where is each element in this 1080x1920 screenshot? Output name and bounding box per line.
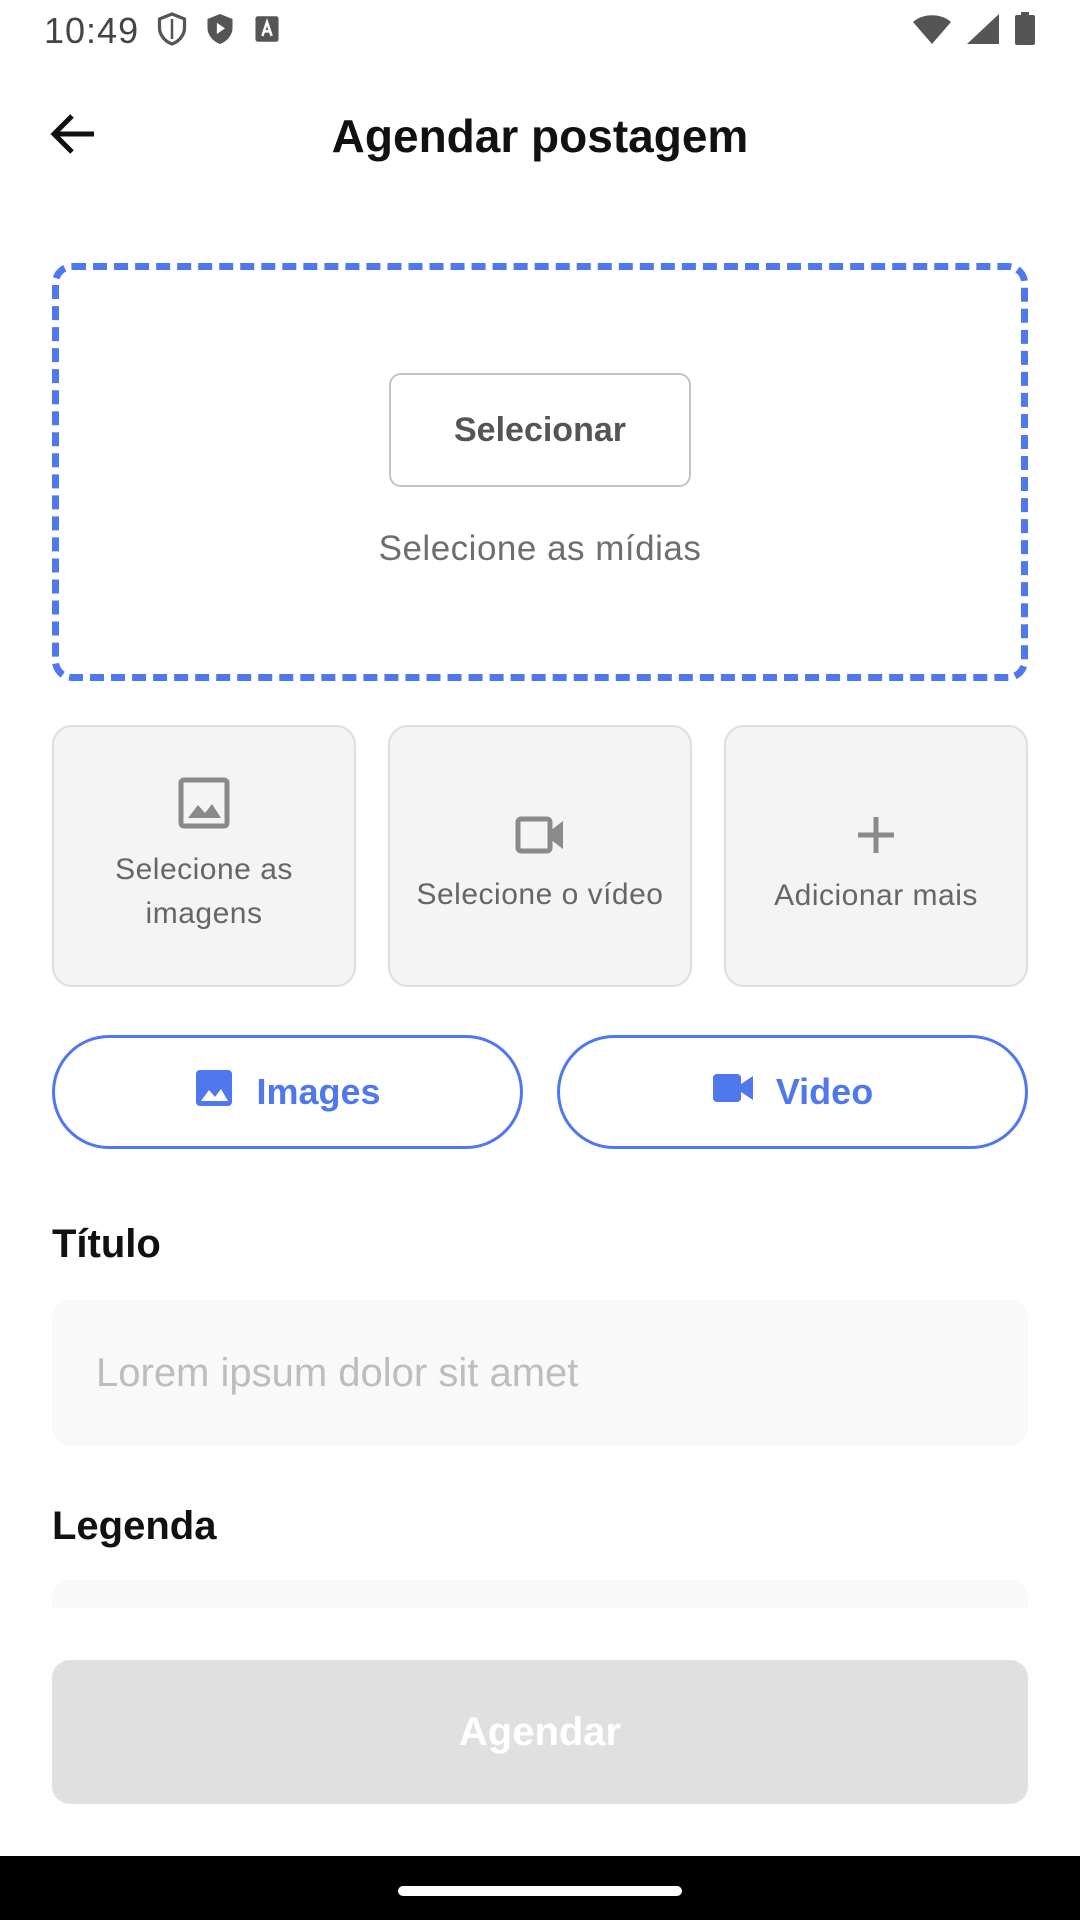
video-button[interactable]: Video: [557, 1035, 1028, 1149]
images-button[interactable]: Images: [52, 1035, 523, 1149]
caption-input[interactable]: [52, 1580, 1028, 1608]
image-icon: [194, 1068, 234, 1117]
select-images-tile[interactable]: Selecione as imagens: [52, 725, 356, 987]
battery-icon: [1014, 11, 1036, 51]
status-bar: 10:49: [0, 0, 1080, 62]
tile-label: Adicionar mais: [774, 878, 978, 912]
font-a-icon: [253, 14, 281, 49]
select-media-button[interactable]: Selecionar: [389, 373, 691, 487]
videocam-outline-icon: [515, 816, 565, 859]
caption-field-label: Legenda: [52, 1504, 217, 1548]
video-button-label: Video: [775, 1071, 874, 1112]
home-gesture-handle[interactable]: [398, 1886, 682, 1896]
page-title: Agendar postagem: [331, 110, 749, 162]
media-dropzone[interactable]: Selecionar Selecione as mídias: [52, 263, 1028, 681]
system-nav-bar: [0, 1856, 1080, 1920]
status-right: [912, 11, 1036, 51]
back-button[interactable]: [40, 104, 104, 168]
app-bar: Agendar postagem: [0, 80, 1080, 192]
tile-label: Selecione as imagens: [115, 852, 293, 930]
wifi-icon: [912, 13, 952, 50]
plus-icon: [856, 815, 896, 860]
title-field-label: Título: [52, 1222, 161, 1266]
shield-icon: [157, 11, 187, 51]
dropzone-hint: Selecione as mídias: [378, 529, 702, 568]
select-video-tile[interactable]: Selecione o vídeo: [388, 725, 692, 987]
images-button-label: Images: [256, 1071, 381, 1112]
schedule-button[interactable]: Agendar: [52, 1660, 1028, 1804]
play-protect-icon: [205, 12, 235, 51]
screen: 10:49 Agendar postagem Selecionar Seleci…: [0, 0, 1080, 1920]
tile-label: Selecione o vídeo: [416, 877, 664, 911]
videocam-icon: [712, 1071, 754, 1113]
arrow-back-icon: [48, 112, 96, 161]
cell-signal-icon: [966, 13, 1000, 50]
add-more-tile[interactable]: Adicionar mais: [724, 725, 1028, 987]
caption-input-clip: [52, 1580, 1028, 1608]
status-time: 10:49: [44, 10, 140, 51]
status-left: 10:49: [44, 10, 281, 52]
title-input[interactable]: [52, 1300, 1028, 1446]
image-outline-icon: [178, 777, 230, 834]
